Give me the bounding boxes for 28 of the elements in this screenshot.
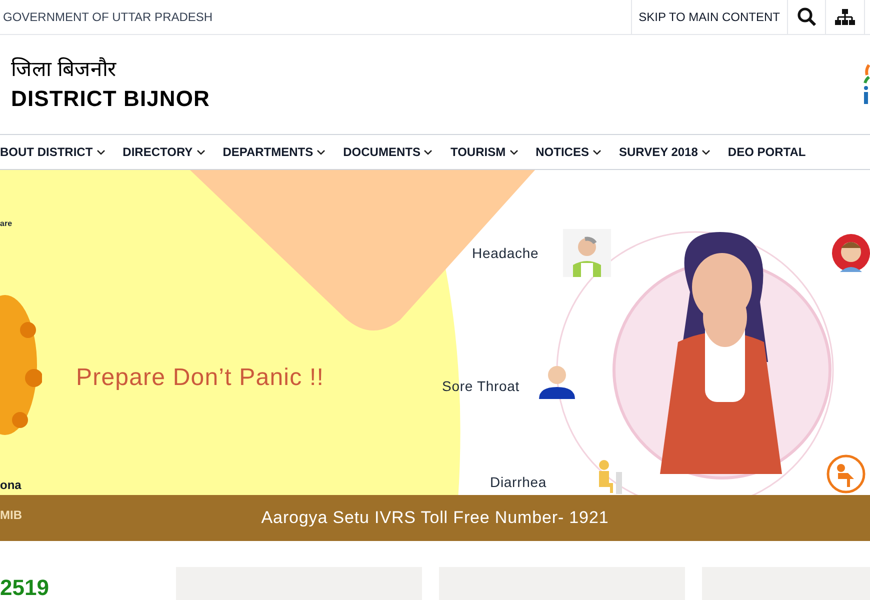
search-icon (796, 7, 816, 27)
government-label: GOVERNMENT OF UTTAR PRADESH (3, 9, 213, 26)
fever-person-icon (832, 234, 870, 272)
sore-throat-person-icon (539, 363, 575, 399)
sitemap-icon (835, 9, 855, 25)
banner-credit: MIB (0, 507, 22, 524)
nav-menu-item[interactable]: SURVEY 2018 (618, 143, 710, 161)
banner-headline: Prepare Don’t Panic !! (76, 363, 324, 393)
nav-menu-item[interactable]: NOTICES (536, 143, 601, 161)
sitemap-button[interactable] (825, 0, 865, 34)
skip-to-content-link[interactable]: SKIP TO MAIN CONTENT (630, 0, 787, 34)
banner-corner-text: are (0, 218, 12, 230)
banner-caption: Aarogya Setu IVRS Toll Free Number- 1921 (261, 507, 609, 530)
nav-menu-item[interactable]: DEPARTMENTS (222, 143, 326, 161)
symptom-label: Sore Throat (442, 377, 520, 396)
nav-menu-item[interactable]: DIRECTORY (122, 143, 205, 161)
symptom-label: Headache (472, 244, 539, 263)
nav-menu-item[interactable]: DEO PORTAL (728, 143, 806, 161)
nav-menu-item[interactable]: TOURISM (450, 143, 518, 161)
emblem-logo-icon (862, 63, 870, 106)
visitor-counter: 2519 (0, 575, 49, 600)
fatigue-person-icon (826, 454, 866, 494)
symptom-label: Diarrhea (490, 473, 546, 492)
nav-menu-item[interactable]: BOUT DISTRICT (0, 143, 105, 161)
headache-person-icon (563, 229, 611, 277)
site-logo-title[interactable]: जिला बिजनौर DISTRICT BIJNOR (0, 56, 210, 114)
banner-footer-text: ona (0, 477, 22, 494)
nav-menu-item[interactable]: DOCUMENTS (343, 143, 432, 161)
